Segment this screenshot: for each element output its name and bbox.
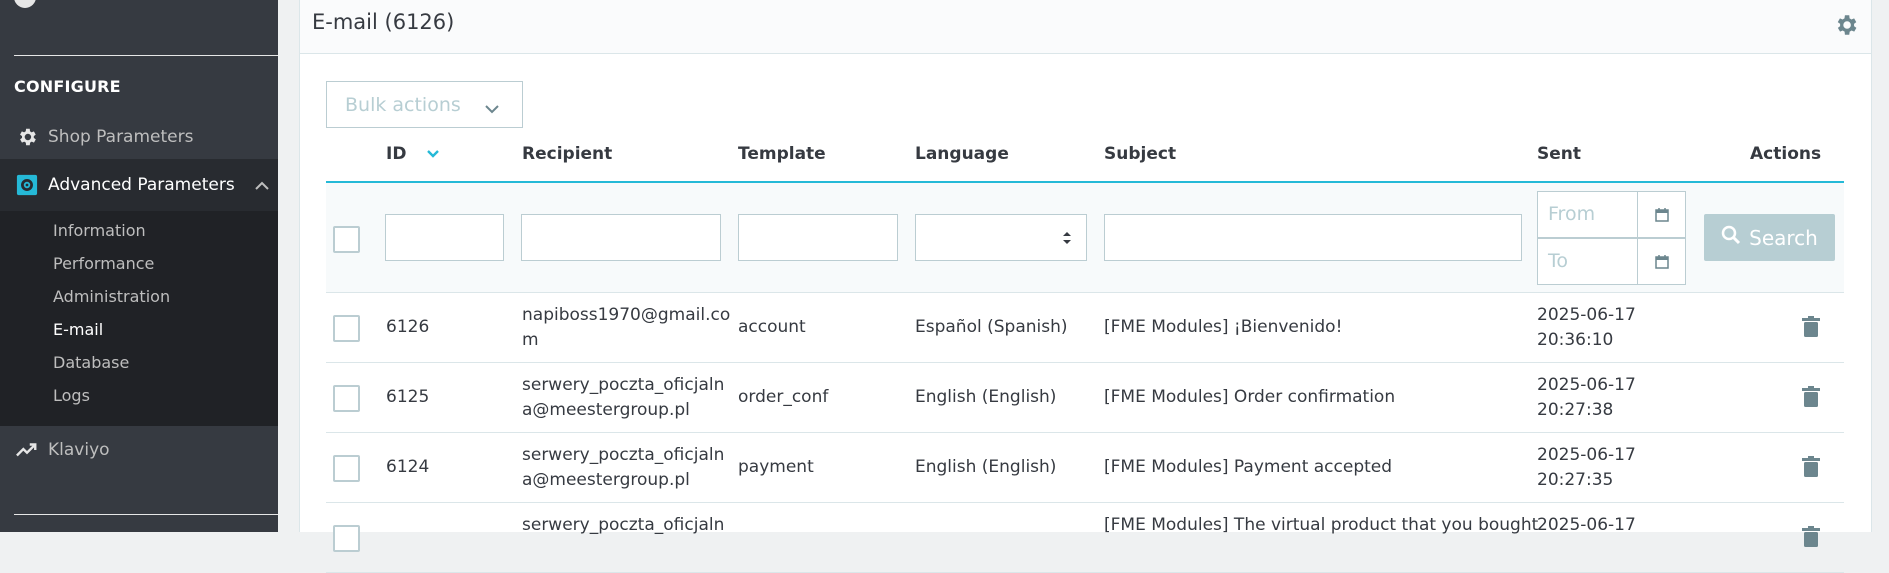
cell-recipient: serwery_poczta_oficjaln a@meestergroup.pl	[522, 445, 725, 490]
select-all-checkbox[interactable]	[333, 226, 360, 253]
table-row: 6126 napiboss1970@gmail.co m account Espa…	[326, 293, 1844, 363]
row-checkbox[interactable]	[333, 525, 360, 552]
page-title: E-mail (6126)	[312, 10, 455, 34]
gear-icon[interactable]	[1833, 12, 1859, 42]
column-header-subject[interactable]: Subject	[1104, 144, 1176, 164]
globe-icon[interactable]	[14, 0, 36, 8]
row-checkbox[interactable]	[333, 455, 360, 482]
cell-sent: 2025-06-17	[1537, 515, 1636, 535]
cell-recipient: serwery_poczta_oficjaln a@meestergroup.pl	[522, 375, 725, 420]
sidebar: CONFIGURE Shop Parameters Advanced Param…	[0, 0, 278, 532]
sidebar-subitem-logs[interactable]: Logs	[53, 386, 90, 405]
column-header-language[interactable]: Language	[915, 144, 1009, 164]
cell-language: Español (Spanish)	[915, 317, 1068, 337]
column-header-sent[interactable]: Sent	[1537, 144, 1581, 164]
sidebar-subitem-administration[interactable]: Administration	[53, 287, 170, 306]
cell-sent: 2025-06-17 20:27:38	[1537, 375, 1636, 420]
cell-sent: 2025-06-17 20:36:10	[1537, 305, 1636, 350]
calendar-icon[interactable]	[1637, 192, 1685, 237]
search-icon	[1721, 225, 1741, 250]
bulk-actions-button[interactable]: Bulk actions	[326, 81, 523, 128]
sidebar-submenu: Information Performance Administration E…	[0, 211, 278, 426]
trending-up-icon	[14, 437, 40, 463]
cell-recipient: serwery_poczta_oficjaln	[522, 515, 725, 535]
sidebar-item-label: Advanced Parameters	[48, 175, 235, 195]
sidebar-section-title: CONFIGURE	[14, 77, 121, 96]
filter-template-input[interactable]	[738, 214, 898, 261]
cell-subject: [FME Modules] Order confirmation	[1104, 387, 1396, 407]
cell-language: English (English)	[915, 387, 1057, 407]
search-button[interactable]: Search	[1704, 214, 1835, 261]
cell-subject: [FME Modules] The virtual product that y…	[1104, 515, 1539, 535]
cell-subject: [FME Modules] Payment accepted	[1104, 457, 1393, 477]
sidebar-item-label: Shop Parameters	[48, 127, 194, 147]
trash-icon[interactable]	[1802, 316, 1820, 342]
calendar-icon[interactable]	[1637, 239, 1685, 284]
filter-row: From To	[326, 183, 1844, 293]
sidebar-item-shop-parameters[interactable]: Shop Parameters	[0, 117, 278, 157]
sidebar-item-advanced-parameters[interactable]: Advanced Parameters	[0, 159, 278, 211]
trash-icon[interactable]	[1802, 526, 1820, 552]
trash-icon[interactable]	[1802, 456, 1820, 482]
card-header: E-mail (6126)	[300, 0, 1871, 54]
cell-recipient: napiboss1970@gmail.co m	[522, 305, 731, 350]
sidebar-divider	[14, 514, 278, 515]
sidebar-subitem-performance[interactable]: Performance	[53, 254, 154, 273]
advanced-settings-icon	[14, 172, 40, 198]
filter-id-input[interactable]	[385, 214, 504, 261]
sidebar-item-klaviyo[interactable]: Klaviyo	[0, 430, 278, 470]
sidebar-subitem-database[interactable]: Database	[53, 353, 129, 372]
trash-icon[interactable]	[1802, 386, 1820, 412]
cell-subject: [FME Modules] ¡Bienvenido!	[1104, 317, 1343, 337]
cell-language: English (English)	[915, 457, 1057, 477]
filter-language-select[interactable]	[915, 214, 1087, 261]
sidebar-subitem-information[interactable]: Information	[53, 221, 146, 240]
cell-id: 6125	[386, 387, 430, 407]
email-card: E-mail (6126) Bulk actions ID Recipient …	[299, 0, 1872, 573]
sidebar-subitem-email[interactable]: E-mail	[53, 320, 103, 339]
column-header-recipient[interactable]: Recipient	[522, 144, 612, 164]
cell-id: 6124	[386, 457, 430, 477]
select-arrows-icon	[1062, 230, 1072, 250]
table-row: 6125 serwery_poczta_oficjaln a@meestergro…	[326, 363, 1844, 433]
column-header-actions: Actions	[1750, 144, 1822, 164]
filter-date-to[interactable]: To	[1537, 238, 1686, 285]
cell-template: payment	[738, 457, 814, 477]
cell-sent: 2025-06-17 20:27:35	[1537, 445, 1636, 490]
chevron-up-icon[interactable]	[254, 177, 270, 197]
table-row: 6124 serwery_poczta_oficjaln a@meestergro…	[326, 433, 1844, 503]
row-checkbox[interactable]	[333, 315, 360, 342]
filter-date-from[interactable]: From	[1537, 191, 1686, 238]
table-row: serwery_poczta_oficjaln [FME Modules] Th…	[326, 503, 1844, 573]
chevron-down-icon	[484, 98, 500, 120]
cell-template: order_conf	[738, 387, 829, 407]
filter-recipient-input[interactable]	[521, 214, 721, 261]
column-header-id[interactable]: ID	[386, 144, 440, 164]
cell-template: account	[738, 317, 806, 337]
sidebar-item-label: Klaviyo	[48, 440, 110, 460]
bulk-actions-label: Bulk actions	[345, 93, 461, 116]
sort-desc-icon[interactable]	[426, 144, 440, 164]
column-header-template[interactable]: Template	[738, 144, 826, 164]
filter-subject-input[interactable]	[1104, 214, 1522, 261]
gear-icon	[14, 124, 40, 150]
sidebar-divider	[14, 55, 278, 56]
row-checkbox[interactable]	[333, 385, 360, 412]
cell-id: 6126	[386, 317, 430, 337]
